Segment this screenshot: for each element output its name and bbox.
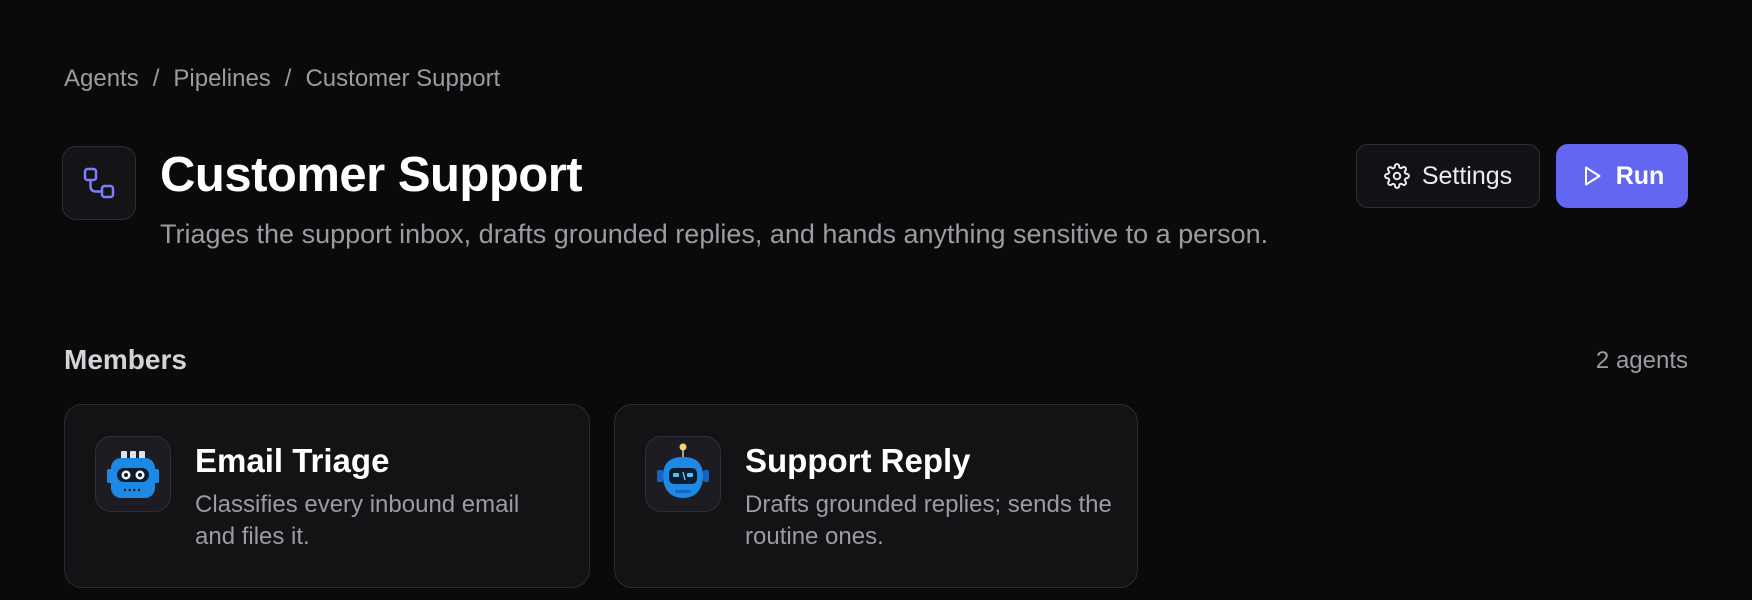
page-title: Customer Support [160, 148, 583, 202]
agent-card-email-triage[interactable]: Email Triage Classifies every inbound em… [64, 404, 590, 588]
breadcrumb-separator: / [284, 65, 292, 92]
breadcrumb-agents[interactable]: Agents [64, 64, 139, 94]
agent-name: Email Triage [195, 442, 390, 479]
run-label: Run [1615, 161, 1665, 190]
robot-antenna-avatar-icon [645, 436, 721, 512]
members-count: 2 agents [1595, 347, 1688, 374]
play-icon [1580, 164, 1604, 188]
agent-description: Classifies every inbound email and files… [195, 491, 520, 550]
members-heading: Members [64, 344, 187, 375]
page-description: Triages the support inbox, drafts ground… [160, 219, 1269, 249]
agent-card-support-reply[interactable]: Support Reply Drafts grounded replies; s… [614, 404, 1138, 588]
breadcrumb-current: Customer Support [305, 65, 501, 92]
robot-avatar-icon [95, 436, 171, 512]
settings-label: Settings [1421, 161, 1513, 190]
workflow-icon [62, 146, 136, 220]
agent-description: Drafts grounded replies; sends the routi… [745, 491, 1112, 550]
agent-name: Support Reply [745, 442, 971, 479]
run-button[interactable]: Run [1556, 144, 1688, 208]
settings-button[interactable]: Settings [1356, 144, 1540, 208]
breadcrumb-pipelines[interactable]: Pipelines [173, 64, 270, 94]
gear-icon [1383, 163, 1410, 189]
breadcrumb: Agents / Pipelines / Customer Support [64, 64, 500, 94]
pipeline-page: Agents / Pipelines / Customer Support Cu… [0, 0, 1752, 600]
breadcrumb-separator: / [152, 65, 160, 92]
